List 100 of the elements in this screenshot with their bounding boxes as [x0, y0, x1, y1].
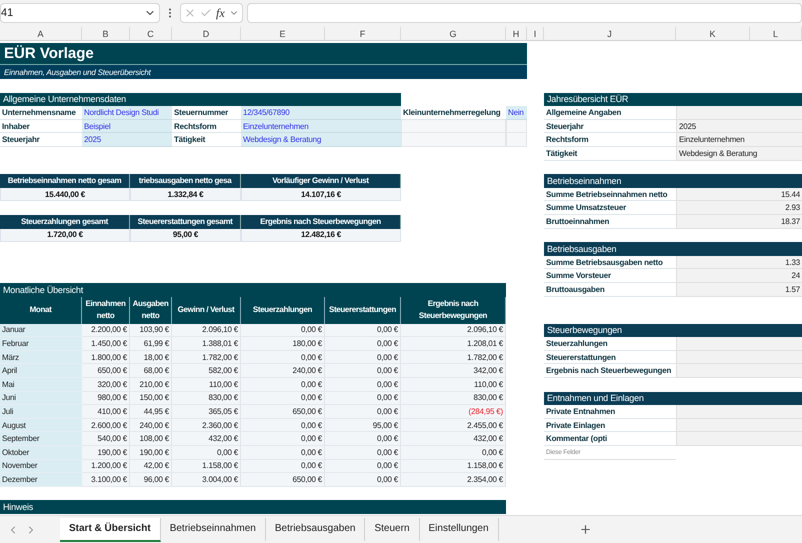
- table-cell: 190,00 €: [82, 446, 130, 460]
- column-letter[interactable]: J: [544, 27, 676, 41]
- kpi-value: 1.720,00 €: [0, 228, 130, 242]
- insert-function-button[interactable]: fx: [216, 6, 225, 20]
- section-header: Steuerbewegungen: [544, 324, 802, 338]
- table-cell: 0,00 €: [325, 337, 401, 351]
- table-cell: 0,00 €: [241, 460, 325, 474]
- field-value: 1.57: [676, 282, 802, 296]
- table-cell: 342,00 €: [401, 364, 506, 378]
- column-letter[interactable]: F: [325, 27, 401, 41]
- month-cell: Dezember: [0, 473, 82, 487]
- column-letter[interactable]: L: [750, 27, 802, 41]
- table-cell: 1.158,00 €: [172, 460, 241, 474]
- column-letter[interactable]: C: [130, 27, 172, 41]
- column-letter[interactable]: G: [401, 27, 506, 41]
- kpi-label: Vorläufiger Gewinn / Verlust: [241, 174, 401, 188]
- column-header: Ausgaben netto: [130, 296, 172, 324]
- table-cell: 95,00 €: [325, 418, 401, 432]
- field-value: Beispiel: [82, 120, 172, 134]
- field-label: Rechtsform: [544, 133, 676, 147]
- column-header: Steuererstattungen: [325, 296, 401, 324]
- table-cell: 650,00 €: [82, 364, 130, 378]
- column-header: Gewinn / Verlust: [172, 296, 241, 324]
- column-letter[interactable]: H: [506, 27, 527, 41]
- field-label: Tätigkeit: [172, 133, 241, 147]
- field-label: Allgemeine Angaben: [544, 106, 676, 120]
- table-cell: 540,00 €: [82, 432, 130, 446]
- kpi-label: Ergebnis nach Steuerbewegungen: [241, 214, 401, 229]
- column-letter[interactable]: I: [527, 27, 544, 41]
- sheet-title: EÜR Vorlage: [0, 43, 527, 65]
- table-cell: 190,00 €: [130, 446, 172, 460]
- table-cell: 0,00 €: [241, 378, 325, 392]
- table-cell: 432,00 €: [401, 432, 506, 446]
- field-value: 2025: [676, 120, 802, 134]
- month-cell: Januar: [0, 324, 82, 338]
- table-cell: 61,99 €: [130, 337, 172, 351]
- table-cell: 980,00 €: [82, 392, 130, 406]
- month-cell: Mai: [0, 378, 82, 392]
- table-cell: 830,00 €: [172, 392, 241, 406]
- table-cell: 110,00 €: [401, 378, 506, 392]
- sheet-tab[interactable]: Steuern: [365, 518, 420, 542]
- field-label: Ergebnis nach Steuerbewegungen: [544, 364, 676, 378]
- column-letter[interactable]: A: [0, 27, 82, 41]
- table-cell: 0,00 €: [325, 324, 401, 338]
- field-value: Einzelunternehmen: [241, 120, 401, 134]
- table-cell: 1.800,00 €: [82, 350, 130, 364]
- field-label: Kommentar (opti: [544, 432, 676, 446]
- table-cell: 3.004,00 €: [172, 473, 241, 487]
- name-box[interactable]: 41: [0, 3, 160, 23]
- table-cell: 0,00 €: [325, 364, 401, 378]
- add-sheet-icon[interactable]: [578, 523, 592, 536]
- table-cell: (284,95 €): [401, 405, 506, 419]
- table-cell: 2.600,00 €: [82, 418, 130, 432]
- field-value: 24: [676, 269, 802, 283]
- field-value: Webdesign & Beratung: [241, 133, 401, 147]
- table-cell: 650,00 €: [241, 473, 325, 487]
- table-cell: 0,00 €: [325, 473, 401, 487]
- sheet-tab[interactable]: Einstellungen: [420, 518, 499, 542]
- column-letter[interactable]: E: [241, 27, 325, 41]
- table-cell: 0,00 €: [325, 378, 401, 392]
- sheet-tab[interactable]: Betriebseinnahmen: [160, 518, 266, 542]
- table-cell: 1.782,00 €: [172, 350, 241, 364]
- table-cell: 0,00 €: [241, 350, 325, 364]
- table-cell: 68,00 €: [130, 364, 172, 378]
- table-cell: 18,00 €: [130, 350, 172, 364]
- table-cell: 110,00 €: [172, 378, 241, 392]
- table-cell: 1.388,01 €: [172, 337, 241, 351]
- column-letter[interactable]: K: [676, 27, 750, 41]
- table-cell: 103,90 €: [130, 324, 172, 338]
- section-header: Betriebseinnahmen: [544, 174, 802, 188]
- table-cell: 0,00 €: [401, 446, 506, 460]
- cancel-icon[interactable]: [184, 7, 196, 19]
- table-cell: 1.782,00 €: [401, 350, 506, 364]
- column-letter[interactable]: D: [172, 27, 241, 41]
- column-letter[interactable]: B: [82, 27, 130, 41]
- table-cell: 240,00 €: [241, 364, 325, 378]
- table-cell: 2.200,00 €: [82, 324, 130, 338]
- column-header: Monat: [0, 296, 82, 324]
- kpi-value: 15.440,00 €: [0, 188, 130, 202]
- kpi-label: Betriebseinnahmen netto gesam: [0, 174, 130, 188]
- sheet-tab[interactable]: Betriebsausgaben: [266, 518, 366, 542]
- table-cell: 365,05 €: [172, 405, 241, 419]
- formula-input[interactable]: [246, 3, 802, 23]
- column-header: Einnahmen netto: [82, 296, 130, 324]
- table-cell: 0,00 €: [325, 446, 401, 460]
- sheet-tab[interactable]: Start & Übersicht: [60, 518, 161, 542]
- sheet-subtitle: Einnahmen, Ausgaben und Steuerübersicht: [0, 65, 527, 79]
- month-cell: April: [0, 364, 82, 378]
- kpi-value: 1.332,84 €: [130, 188, 241, 202]
- table-cell: 210,00 €: [130, 378, 172, 392]
- table-cell: 0,00 €: [325, 392, 401, 406]
- check-icon[interactable]: [200, 7, 212, 19]
- table-cell: 96,00 €: [130, 473, 172, 487]
- kpi-label: Steuerzahlungen gesamt: [0, 214, 130, 229]
- month-cell: August: [0, 418, 82, 432]
- table-cell: 0,00 €: [241, 432, 325, 446]
- section-header: Monatliche Übersicht: [0, 282, 506, 296]
- field-value: Webdesign & Beratung: [676, 146, 802, 161]
- table-cell: 0,00 €: [325, 432, 401, 446]
- table-cell: 2.096,10 €: [401, 324, 506, 338]
